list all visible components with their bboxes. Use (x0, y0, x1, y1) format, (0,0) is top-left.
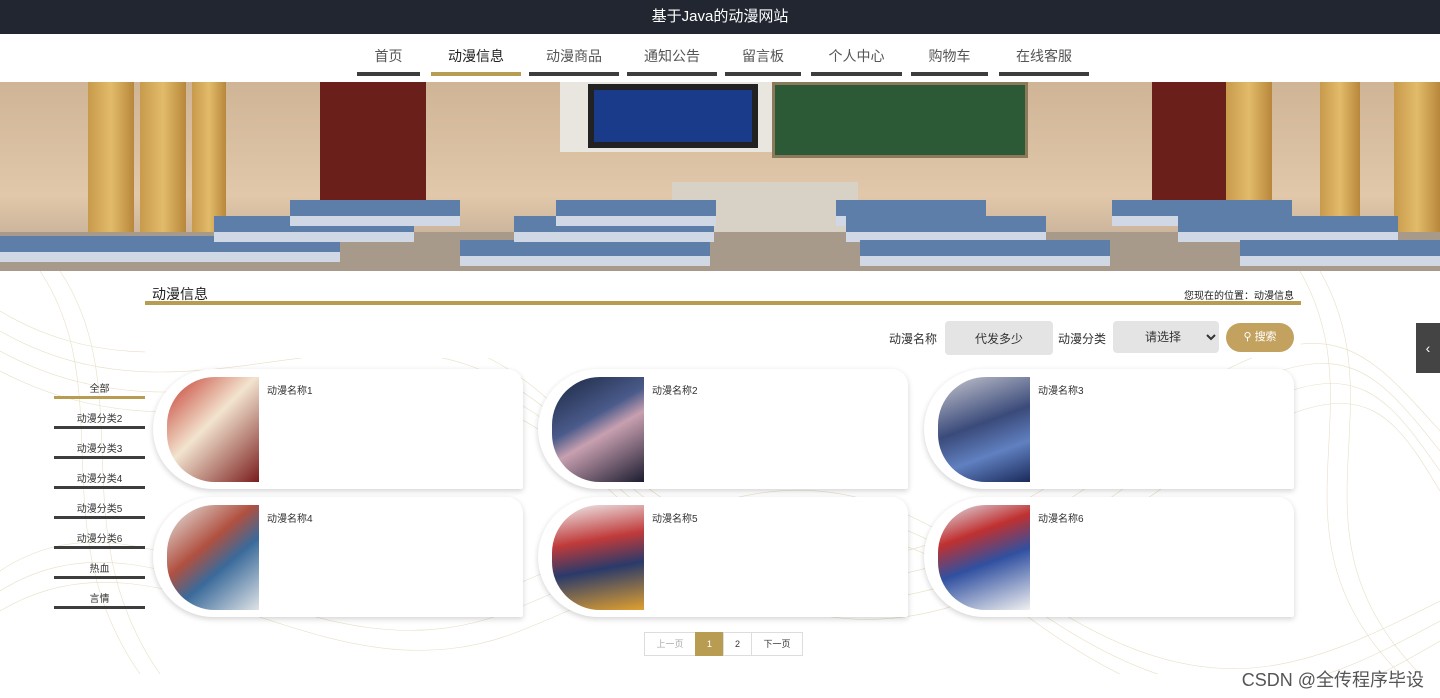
pagination-page-2[interactable]: 2 (723, 632, 752, 656)
side-collapse-tab[interactable]: ‹ (1416, 323, 1440, 373)
nav-item-online-service[interactable]: 在线客服 (999, 44, 1089, 76)
anime-thumbnail[interactable] (167, 505, 259, 610)
anime-name[interactable]: 动漫名称3 (1038, 382, 1084, 397)
search-icon: ⚲ (1243, 331, 1252, 343)
anime-category-select[interactable]: 请选择 (1113, 321, 1219, 353)
anime-name-label: 动漫名称 (889, 332, 938, 346)
site-title: 基于Java的动漫网站 (651, 8, 789, 25)
nav-item-anime-goods[interactable]: 动漫商品 (529, 44, 619, 76)
anime-thumbnail[interactable] (167, 377, 259, 482)
pagination-prev-button[interactable]: 上一页 (644, 632, 696, 656)
anime-thumbnail[interactable] (938, 377, 1030, 482)
category-item-6[interactable]: 动漫分类6 (54, 533, 145, 549)
nav-item-anime-info[interactable]: 动漫信息 (431, 44, 521, 76)
nav-item-message-board[interactable]: 留言板 (725, 44, 801, 76)
search-button[interactable]: ⚲ 搜索 (1226, 323, 1294, 352)
anime-name[interactable]: 动漫名称6 (1038, 510, 1084, 525)
category-item-romance[interactable]: 言情 (54, 593, 145, 609)
site-title-bar: 基于Java的动漫网站 (0, 0, 1440, 34)
anime-card[interactable]: 动漫名称3 (924, 369, 1294, 489)
anime-card[interactable]: 动漫名称2 (538, 369, 908, 489)
anime-thumbnail[interactable] (938, 505, 1030, 610)
chevron-left-icon: ‹ (1425, 340, 1431, 356)
category-item-4[interactable]: 动漫分类4 (54, 473, 145, 489)
category-item-all[interactable]: 全部 (54, 383, 145, 399)
category-item-5[interactable]: 动漫分类5 (54, 503, 145, 519)
breadcrumb: 您现在的位置：动漫信息 (1184, 291, 1294, 302)
anime-thumbnail[interactable] (552, 505, 644, 610)
anime-card[interactable]: 动漫名称1 (153, 369, 523, 489)
anime-name[interactable]: 动漫名称2 (652, 382, 698, 397)
nav-item-home[interactable]: 首页 (357, 44, 420, 76)
main-nav: 首页 动漫信息 动漫商品 通知公告 留言板 个人中心 购物车 在线客服 (0, 34, 1440, 83)
category-item-hot-blood[interactable]: 热血 (54, 563, 145, 579)
pagination-page-1[interactable]: 1 (695, 632, 724, 656)
search-button-label: 搜索 (1254, 331, 1277, 343)
nav-item-cart[interactable]: 购物车 (911, 44, 988, 76)
nav-item-personal-center[interactable]: 个人中心 (811, 44, 902, 76)
anime-category-label: 动漫分类 (1058, 332, 1107, 346)
pagination-next-button[interactable]: 下一页 (751, 632, 803, 656)
title-divider (145, 301, 1301, 305)
csdn-watermark: CSDN @全传程序毕设 (1241, 670, 1424, 690)
anime-card[interactable]: 动漫名称4 (153, 497, 523, 617)
anime-card[interactable]: 动漫名称6 (924, 497, 1294, 617)
banner-image (0, 82, 1440, 271)
anime-name[interactable]: 动漫名称1 (267, 382, 313, 397)
anime-name-input[interactable] (945, 321, 1053, 355)
anime-name[interactable]: 动漫名称4 (267, 510, 313, 525)
anime-card[interactable]: 动漫名称5 (538, 497, 908, 617)
nav-item-notices[interactable]: 通知公告 (627, 44, 717, 76)
anime-thumbnail[interactable] (552, 377, 644, 482)
category-item-3[interactable]: 动漫分类3 (54, 443, 145, 459)
anime-name[interactable]: 动漫名称5 (652, 510, 698, 525)
category-item-2[interactable]: 动漫分类2 (54, 413, 145, 429)
